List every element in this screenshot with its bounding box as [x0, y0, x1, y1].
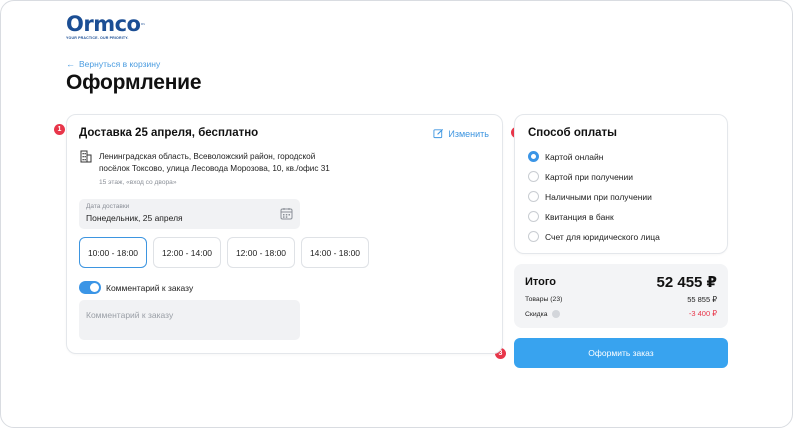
summary-title: Итого	[525, 276, 557, 288]
items-label-text: Товары (23)	[525, 296, 563, 303]
discount-value: -3 400 ₽	[688, 309, 717, 318]
logo-tagline: YOUR PRACTICE. OUR PRIORITY.	[66, 36, 129, 40]
radio-unchecked-icon	[528, 211, 539, 222]
payment-title: Способ оплаты	[528, 127, 617, 139]
address-line-1: Ленинградская область, Всеволожский райо…	[99, 152, 316, 161]
time-slot-2[interactable]: 12:00 - 14:00	[153, 237, 221, 268]
payment-option-card-on-delivery[interactable]: Картой при получении	[528, 171, 633, 182]
payment-option-card-online[interactable]: Картой онлайн	[528, 151, 603, 162]
radio-unchecked-icon	[528, 171, 539, 182]
payment-option-label: Картой онлайн	[545, 151, 604, 162]
payment-option-label: Картой при получении	[545, 171, 633, 182]
time-slot-1[interactable]: 10:00 - 18:00	[79, 237, 147, 268]
step-badge-delivery: 1	[54, 124, 65, 135]
page-title: Оформление	[66, 71, 202, 94]
logo-text: Ormco	[66, 12, 141, 36]
radio-unchecked-icon	[528, 191, 539, 202]
date-field-value: Понедельник, 25 апреля	[86, 213, 183, 223]
place-order-button[interactable]: Оформить заказ	[514, 338, 728, 368]
discount-label-text: Скидка	[525, 310, 548, 318]
radio-checked-icon	[528, 151, 539, 162]
building-icon	[80, 150, 92, 163]
summary-total: 52 455 ₽	[656, 274, 717, 291]
comment-toggle[interactable]	[79, 281, 101, 294]
payment-option-invoice[interactable]: Счет для юридического лица	[528, 231, 660, 242]
payment-option-label: Наличными при получении	[545, 191, 652, 202]
address-note: 15 этаж, «вход со двора»	[99, 179, 177, 186]
calendar-icon	[280, 208, 293, 220]
back-link-label: Вернуться в корзину	[79, 59, 161, 69]
payment-card: Способ оплаты Картой онлайн Картой при п…	[514, 114, 728, 254]
time-slot-3[interactable]: 12:00 - 18:00	[227, 237, 295, 268]
radio-unchecked-icon	[528, 231, 539, 242]
payment-option-cash[interactable]: Наличными при получении	[528, 191, 652, 202]
trademark-symbol: ™	[140, 23, 145, 29]
info-icon[interactable]	[551, 310, 560, 318]
items-label: Товары (23)	[525, 296, 562, 303]
address-line-2: посёлок Токсово, улица Лесовода Морозова…	[99, 164, 330, 173]
back-to-cart-link[interactable]: ← Вернуться в корзину	[66, 59, 160, 69]
delivery-title: Доставка 25 апреля, бесплатно	[79, 127, 259, 139]
date-field-label: Дата доставки	[86, 203, 130, 210]
time-slot-4[interactable]: 14:00 - 18:00	[301, 237, 369, 268]
ormco-logo[interactable]: Ormco™ YOUR PRACTICE. OUR PRIORITY.	[66, 13, 145, 40]
edit-delivery-button[interactable]: Изменить	[433, 128, 489, 139]
payment-option-label: Счет для юридического лица	[545, 231, 660, 242]
comment-toggle-label: Комментарий к заказу	[106, 283, 194, 293]
payment-option-label: Квитанция в банк	[545, 211, 614, 222]
discount-label: Скидка	[525, 310, 560, 318]
comment-input[interactable]	[79, 300, 300, 340]
arrow-left-icon: ←	[66, 58, 75, 69]
edit-label: Изменить	[448, 128, 489, 139]
payment-option-bank-receipt[interactable]: Квитанция в банк	[528, 211, 614, 222]
edit-icon	[433, 128, 444, 139]
order-summary: Итого 52 455 ₽ Товары (23) 55 855 ₽ Скид…	[514, 264, 728, 328]
delivery-date-field[interactable]: Дата доставки Понедельник, 25 апреля	[79, 199, 300, 229]
items-value: 55 855 ₽	[687, 295, 717, 304]
delivery-card: Доставка 25 апреля, бесплатно Изменить Л…	[66, 114, 503, 354]
